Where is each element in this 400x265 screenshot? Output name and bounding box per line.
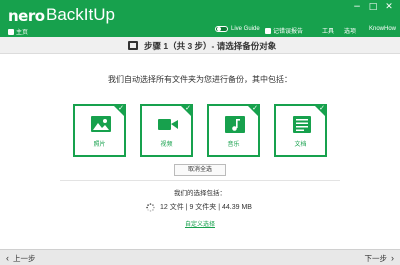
chevron-right-icon: › [391, 253, 394, 263]
feedback-link[interactable]: 记错误报告 [265, 26, 303, 35]
menu-options[interactable]: 选项 [344, 26, 356, 35]
tile-photos[interactable]: ✓ 照片 [73, 104, 126, 157]
tile-music[interactable]: ✓ 音乐 [207, 104, 260, 157]
tile-documents[interactable]: ✓ 文档 [274, 104, 327, 157]
home-icon [8, 28, 14, 35]
chevron-left-icon: ‹ [6, 253, 9, 263]
selection-summary: 12 文件 | 9 文件夹 | 44.39 MB [146, 202, 252, 212]
next-label: 下一步 [364, 254, 388, 263]
feedback-label: 记错误报告 [273, 29, 304, 35]
menu-knowhow[interactable]: KnowHow [369, 26, 396, 32]
selection-summary-text: 12 文件 | 9 文件夹 | 44.39 MB [160, 204, 252, 211]
check-icon: ✓ [118, 104, 124, 112]
toggle-switch[interactable] [215, 26, 228, 32]
picture-icon [91, 116, 111, 132]
home-link[interactable]: 主页 [8, 27, 28, 36]
step-title: 步骤 1（共 3 步）- 请选择备份对象 [144, 41, 277, 51]
prev-label: 上一步 [13, 254, 36, 263]
minimize-button[interactable]: − [350, 2, 364, 12]
maximize-button[interactable]: □ [366, 2, 380, 12]
video-camera-icon [158, 119, 178, 130]
feedback-icon [265, 27, 271, 34]
tile-label: 音乐 [227, 142, 240, 148]
menu-row: 主页 Live Guide 记错误报告 工具 选项 KnowHow [0, 25, 400, 37]
tile-label: 照片 [93, 142, 106, 148]
selection-title: 我们的选择包括： [174, 190, 226, 197]
tile-videos[interactable]: ✓ 视频 [140, 104, 193, 157]
home-label: 主页 [16, 30, 29, 36]
step-bar: 步骤 1（共 3 步）- 请选择备份对象 [0, 37, 400, 54]
divider [60, 180, 340, 181]
deselect-all-button[interactable]: 取消全选 [174, 164, 226, 176]
spinner-icon [146, 202, 155, 212]
document-icon [293, 116, 311, 133]
close-button[interactable]: ✕ [382, 2, 396, 12]
nero-logo: nero [8, 7, 45, 25]
check-icon: ✓ [185, 104, 191, 112]
product-name: BackItUp [46, 5, 115, 24]
instruction-text: 我们自动选择所有文件夹为您进行备份，其中包括： [108, 75, 292, 84]
custom-selection-link[interactable]: 自定义选择 [0, 219, 400, 228]
check-icon: ✓ [319, 104, 325, 112]
music-note-icon [225, 116, 245, 133]
menu-tools[interactable]: 工具 [322, 26, 334, 35]
prev-button[interactable]: ‹ 上一步 [6, 253, 36, 264]
check-icon: ✓ [252, 104, 258, 112]
next-button[interactable]: 下一步 › [365, 253, 395, 264]
live-guide-toggle[interactable]: Live Guide [215, 26, 260, 32]
tile-label: 文档 [294, 142, 307, 148]
live-guide-label: Live Guide [231, 26, 260, 32]
tile-label: 视频 [160, 142, 173, 148]
footer-bar: ‹ 上一步 下一步 › [0, 249, 400, 265]
step-icon [128, 41, 138, 50]
